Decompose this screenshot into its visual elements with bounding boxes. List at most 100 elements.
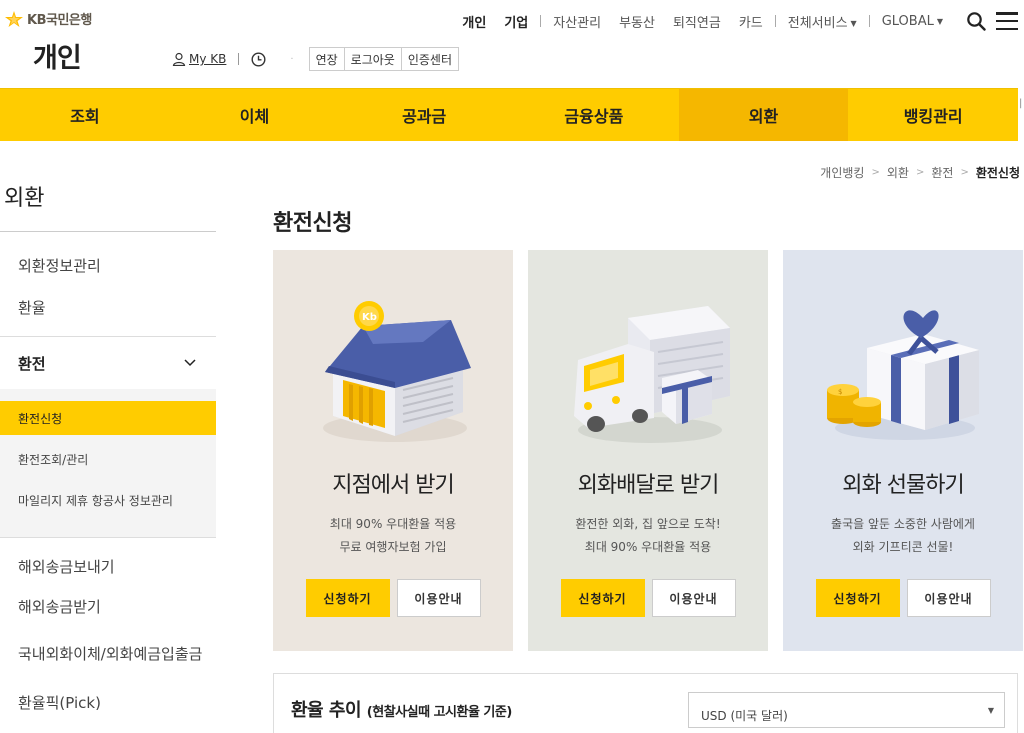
card-buttons: 신청하기 이용안내 <box>273 579 513 617</box>
chevron-down-icon <box>184 359 196 367</box>
branch-guide-button[interactable]: 이용안내 <box>396 579 481 617</box>
side-menu-group-exchange: 환전 환전신청 환전조회/관리 마일리지 제휴 항공사 정보관리 <box>0 336 216 538</box>
svg-text:Kb: Kb <box>362 312 377 323</box>
breadcrumb-current: 환전신청 <box>975 166 1020 180</box>
divider <box>868 15 870 27</box>
side-menu-send-remit[interactable]: 해외송금보내기 <box>0 546 216 586</box>
mainnav-products[interactable]: 금융상품 <box>509 89 679 141</box>
caret-down-icon: ▼ <box>936 16 943 26</box>
caret-down-icon: ▼ <box>850 18 857 28</box>
side-submenu-apply[interactable]: 환전신청 <box>0 401 216 435</box>
gnb-pension[interactable]: 퇴직연금 <box>673 12 721 31</box>
side-submenu: 환전신청 환전조회/관리 마일리지 제휴 항공사 정보관리 <box>0 389 216 537</box>
scroll-edge-mark: | <box>1019 98 1023 109</box>
delivery-truck-icon <box>574 306 730 443</box>
mykb-label: My KB <box>189 52 227 66</box>
logo-text: KB국민은행 <box>27 13 92 28</box>
mainnav-utility-bills[interactable]: 공과금 <box>339 89 509 141</box>
kb-logo[interactable]: KB국민은행 <box>4 9 92 28</box>
user-icon <box>172 52 186 66</box>
card-gift: $ 외화 선물하기 출국을 앞둔 소중한 사람에게 외화 기프티콘 선물! 신청… <box>783 250 1023 651</box>
divider <box>774 15 776 27</box>
gift-apply-button[interactable]: 신청하기 <box>815 579 900 617</box>
svg-text:$: $ <box>838 388 842 396</box>
utility-bar: My KB · 연장 로그아웃 인증센터 <box>172 47 459 71</box>
card-desc-line: 최대 90% 우대환율 적용 <box>329 517 457 531</box>
gnb-global-label: GLOBAL <box>881 13 934 29</box>
breadcrumb-item[interactable]: 외환 <box>887 164 909 181</box>
rate-trend-subtitle: (현찰사실때 고시환율 기준) <box>366 705 513 720</box>
search-icon[interactable] <box>966 11 986 31</box>
side-menu: 외환 외환정보관리 환율 환전 환전신청 환전조회/관리 마일리지 제휴 항공사… <box>0 180 216 722</box>
gnb-all-services[interactable]: 전체서비스 ▼ <box>788 12 857 31</box>
card-desc-line: 환전한 외화, 집 앞으로 도착! <box>575 517 721 531</box>
rate-trend-title: 환율 추이 (현찰사실때 고시환율 기준) <box>291 696 512 722</box>
mykb-link[interactable]: My KB <box>172 52 226 66</box>
card-description: 출국을 앞둔 소중한 사람에게 외화 기프티콘 선물! <box>783 513 1023 559</box>
divider <box>238 53 240 65</box>
branch-apply-button[interactable]: 신청하기 <box>305 579 390 617</box>
card-title: 외화 선물하기 <box>842 473 964 498</box>
gnb-personal[interactable]: 개인 <box>462 12 486 31</box>
card-desc-line: 출국을 앞둔 소중한 사람에게 <box>831 517 975 531</box>
side-menu-receive-remit[interactable]: 해외송금받기 <box>0 586 216 626</box>
chevron-right-icon: > <box>871 167 880 178</box>
delivery-guide-button[interactable]: 이용안내 <box>651 579 736 617</box>
session-timer-dot: · <box>290 53 294 65</box>
mainnav-banking-management[interactable]: 뱅킹관리 <box>848 89 1018 141</box>
mainnav-transfer[interactable]: 이체 <box>170 89 340 141</box>
card-description: 환전한 외화, 집 앞으로 도착! 최대 90% 우대환율 적용 <box>528 513 768 559</box>
side-submenu-mileage[interactable]: 마일리지 제휴 항공사 정보관리 <box>0 480 216 521</box>
rate-trend-panel: 환율 추이 (현찰사실때 고시환율 기준) USD (미국 달러) ▼ <box>273 673 1018 733</box>
side-menu-bottom: 해외송금보내기 해외송금받기 국내외화이체/외화예금입출금 환율픽(Pick) <box>0 538 216 722</box>
rate-trend-heading: 환율 추이 <box>291 700 362 721</box>
gnb-business[interactable]: 기업 <box>504 12 528 31</box>
card-buttons: 신청하기 이용안내 <box>528 579 768 617</box>
card-desc-line: 최대 90% 우대환율 적용 <box>584 540 712 554</box>
side-menu-exchange-toggle[interactable]: 환전 <box>0 337 216 389</box>
page-title: 환전신청 <box>273 211 352 236</box>
side-submenu-manage[interactable]: 환전조회/관리 <box>0 439 216 480</box>
card-desc-line: 외화 기프티콘 선물! <box>852 540 954 554</box>
chevron-right-icon: > <box>960 167 969 178</box>
card-branch-pickup: Kb 지점에서 받기 최대 90% 우대환율 적용 무료 여행자보험 가입 신청… <box>273 250 513 651</box>
auth-center-button[interactable]: 인증센터 <box>400 47 459 71</box>
gnb-card[interactable]: 카드 <box>739 12 763 31</box>
logout-button[interactable]: 로그아웃 <box>343 47 402 71</box>
gnb-global[interactable]: GLOBAL ▼ <box>882 14 943 29</box>
service-cards: Kb 지점에서 받기 최대 90% 우대환율 적용 무료 여행자보험 가입 신청… <box>273 250 1023 651</box>
main-nav: 조회 이체 공과금 금융상품 외환 뱅킹관리 <box>0 88 1018 141</box>
breadcrumb-item[interactable]: 환전 <box>931 164 953 181</box>
mainnav-foreign-exchange[interactable]: 외환 <box>678 89 849 141</box>
card-desc-line: 무료 여행자보험 가입 <box>339 540 447 554</box>
card-title: 외화배달로 받기 <box>577 473 720 498</box>
side-menu-fx-info[interactable]: 외환정보관리 <box>0 244 216 286</box>
hamburger-menu-icon[interactable] <box>996 12 1018 30</box>
currency-select[interactable]: USD (미국 달러) ▼ <box>688 692 1005 728</box>
side-menu-rate-pick[interactable]: 환율픽(Pick) <box>0 682 216 722</box>
side-menu-exchange-rate[interactable]: 환율 <box>0 286 216 328</box>
gnb-all-services-label: 전체서비스 <box>787 15 848 31</box>
caret-down-icon: ▼ <box>987 706 994 715</box>
mainnav-inquiry[interactable]: 조회 <box>0 89 170 141</box>
gnb-asset[interactable]: 자산관리 <box>553 12 601 31</box>
side-menu-domestic-fx[interactable]: 국내외화이체/외화예금입출금 <box>0 626 216 682</box>
side-menu-group-label: 환전 <box>18 354 46 373</box>
breadcrumb: 개인뱅킹 > 외환 > 환전 > 환전신청 <box>820 164 1020 181</box>
chevron-right-icon: > <box>915 167 925 178</box>
extend-session-button[interactable]: 연장 <box>308 47 345 71</box>
gift-box-icon: $ <box>827 310 979 440</box>
global-nav: 개인 기업 자산관리 부동산 퇴직연금 카드 전체서비스 ▼ GLOBAL ▼ <box>453 11 1018 31</box>
bank-building-icon: Kb <box>323 301 471 442</box>
header: KB국민은행 개인 My KB · 연장 로그아웃 인증센터 개인 기업 자산관… <box>0 0 1024 88</box>
card-title: 지점에서 받기 <box>332 473 454 498</box>
side-menu-title: 외환 <box>0 180 216 232</box>
delivery-apply-button[interactable]: 신청하기 <box>560 579 645 617</box>
section-title: 개인 <box>33 43 82 74</box>
kb-star-icon <box>5 10 23 27</box>
gnb-realestate[interactable]: 부동산 <box>619 12 655 31</box>
divider <box>540 15 542 27</box>
gift-guide-button[interactable]: 이용안내 <box>906 579 991 617</box>
card-buttons: 신청하기 이용안내 <box>783 579 1023 617</box>
breadcrumb-item[interactable]: 개인뱅킹 <box>820 164 864 181</box>
